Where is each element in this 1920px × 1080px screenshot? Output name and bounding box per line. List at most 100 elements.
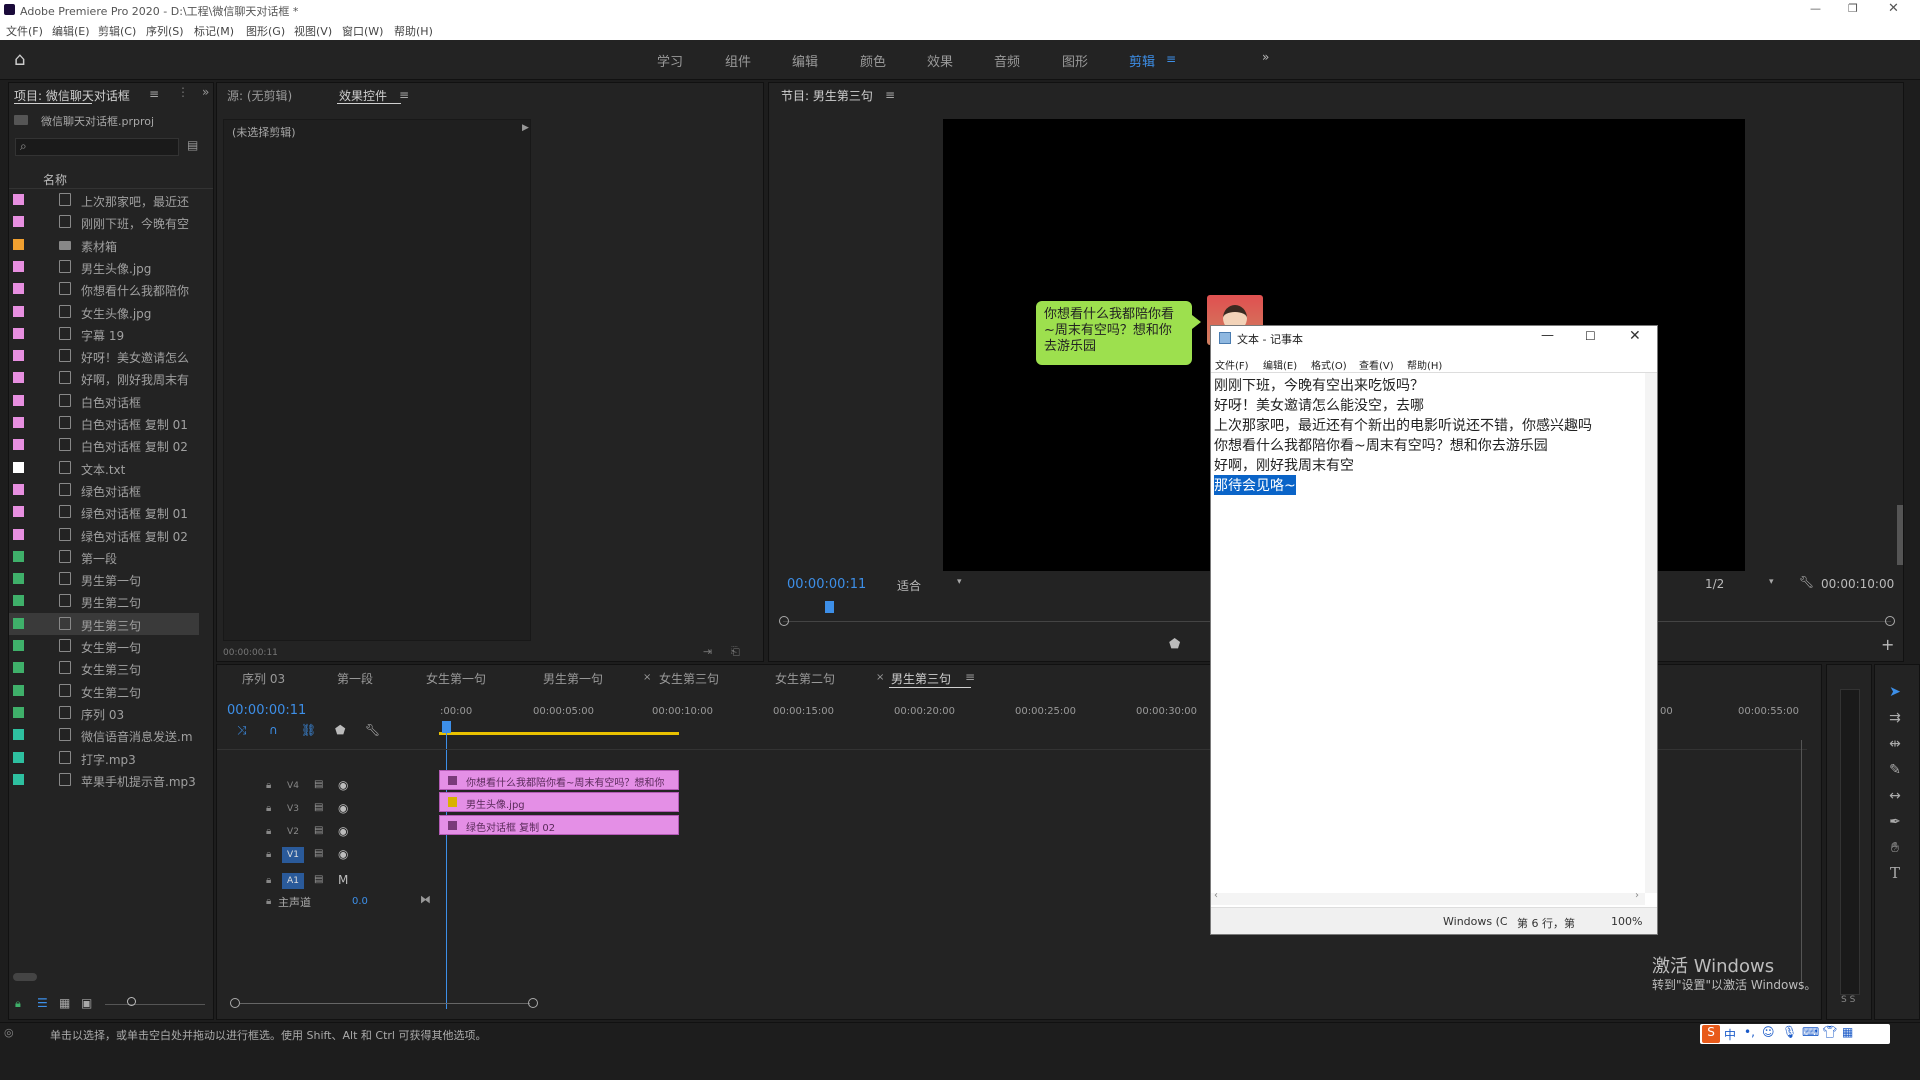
project-tab-menu-icon[interactable]: ≡	[149, 87, 159, 101]
project-column-header[interactable]: 名称	[9, 167, 213, 189]
label-color-swatch[interactable]	[13, 506, 24, 518]
ime-mode[interactable]: 中	[1724, 1026, 1736, 1043]
project-item[interactable]: 文本.txt	[9, 457, 199, 479]
add-button-icon[interactable]: +	[1881, 635, 1894, 654]
filter-icon[interactable]: ⇥	[703, 645, 712, 658]
notepad-titlebar[interactable]: 文本 - 记事本 — ☐ ✕	[1211, 326, 1657, 352]
label-color-swatch[interactable]	[13, 751, 24, 763]
project-item[interactable]: 绿色对话框 复制 02	[9, 524, 199, 546]
track-lock-icon[interactable]: 🔒︎	[266, 849, 271, 860]
project-item[interactable]: 素材箱	[9, 234, 199, 256]
track-sync-icon[interactable]: ▤	[314, 848, 323, 859]
track-label[interactable]: V4	[282, 778, 304, 794]
project-item[interactable]: 刚刚下班，今晚有空	[9, 211, 199, 233]
workspace-color[interactable]: 颜色	[860, 51, 886, 70]
list-view-icon[interactable]: ☰	[37, 996, 48, 1010]
timeline-playhead-head[interactable]	[442, 721, 451, 733]
notepad-vscroll[interactable]	[1645, 373, 1657, 893]
notepad-maximize-icon[interactable]: ☐	[1585, 329, 1596, 343]
eye-icon[interactable]: ◉	[338, 778, 348, 792]
label-color-swatch[interactable]	[13, 327, 24, 339]
timeline-zoom-start[interactable]	[230, 998, 240, 1008]
linked-selection-icon[interactable]: ⛓︎	[301, 723, 316, 737]
project-item[interactable]: 好啊，刚好我周末有	[9, 367, 199, 389]
tl-tab-first-segment[interactable]: 第一段	[337, 670, 373, 687]
project-item[interactable]: 打字.mp3	[9, 747, 199, 769]
label-color-swatch[interactable]	[13, 417, 24, 428]
eye-icon[interactable]: ◉	[338, 824, 348, 838]
voice-icon[interactable]: 🎙︎	[1782, 1025, 1797, 1039]
timeline-clip-v3[interactable]: 男生头像.jpg	[439, 792, 679, 812]
punctuation-icon[interactable]: •,	[1744, 1025, 1755, 1039]
label-color-swatch[interactable]	[13, 194, 24, 205]
track-label[interactable]: V3	[282, 801, 304, 817]
ime-toolbar[interactable]: S 中 •, ☺ 🎙︎ ⌨ 👕︎ ▦	[1700, 1024, 1890, 1044]
track-label[interactable]: V2	[282, 824, 304, 840]
label-color-swatch[interactable]	[13, 662, 24, 674]
eye-icon[interactable]: ◉	[338, 847, 348, 861]
timeline-zoom-end[interactable]	[528, 998, 538, 1008]
label-color-swatch[interactable]	[13, 528, 24, 540]
label-color-swatch[interactable]	[13, 350, 24, 362]
resolution-select[interactable]: 1/2 ▾	[1697, 575, 1785, 593]
notepad-minimize-icon[interactable]: —	[1541, 328, 1554, 343]
emoji-icon[interactable]: ☺	[1762, 1025, 1775, 1039]
icon-view-icon[interactable]: ▦	[59, 996, 70, 1010]
project-item[interactable]: 序列 03	[9, 702, 199, 724]
more-workspaces-icon[interactable]: »	[1262, 50, 1269, 64]
project-item[interactable]: 男生第一句	[9, 568, 199, 590]
new-bin-icon[interactable]: ▤	[187, 138, 198, 152]
expand-arrow-icon[interactable]: ▶	[522, 123, 529, 133]
notepad-close-icon[interactable]: ✕	[1629, 328, 1641, 344]
menu-item[interactable]: 文件(F)	[6, 23, 43, 39]
program-tab-menu-icon[interactable]: ≡	[885, 88, 895, 102]
ripple-edit-tool-icon[interactable]: ⇹	[1886, 736, 1904, 754]
tl-tab-boy-first[interactable]: 男生第一句	[543, 670, 603, 687]
workspace-clip-active[interactable]: 剪辑	[1129, 51, 1155, 70]
project-search-input[interactable]: ⌕	[15, 138, 179, 156]
master-value[interactable]: 0.0	[352, 896, 368, 907]
snap-icon[interactable]: ∩	[269, 723, 278, 737]
notepad-menu-item[interactable]: 查看(V)	[1359, 357, 1394, 372]
project-item[interactable]: 绿色对话框 复制 01	[9, 501, 199, 523]
project-item[interactable]: 上次那家吧，最近还	[9, 189, 199, 211]
tl-tab-menu-icon[interactable]: ≡	[965, 670, 975, 684]
panel-more-icon[interactable]: ⋮	[177, 85, 189, 99]
nest-icon[interactable]: ⤨	[237, 723, 247, 738]
project-item[interactable]: 苹果手机提示音.mp3	[9, 769, 199, 791]
track-label[interactable]: V1	[282, 847, 304, 863]
track-lock-icon[interactable]: 🔒︎	[266, 826, 271, 837]
menu-item[interactable]: 序列(S)	[146, 23, 184, 39]
scrubber-end-handle[interactable]	[1885, 616, 1895, 626]
label-color-swatch[interactable]	[13, 461, 24, 473]
pen-tool-icon[interactable]: ✒	[1886, 814, 1904, 832]
label-color-swatch[interactable]	[13, 216, 24, 228]
label-color-swatch[interactable]	[13, 238, 24, 250]
notepad-menu-item[interactable]: 格式(O)	[1311, 357, 1347, 372]
project-item[interactable]: 男生头像.jpg	[9, 256, 199, 278]
wrench-icon[interactable]: 🔧︎	[1799, 575, 1814, 589]
workspace-graphics[interactable]: 图形	[1062, 51, 1088, 70]
workspace-audio[interactable]: 音频	[994, 51, 1020, 70]
label-color-swatch[interactable]	[13, 483, 24, 495]
project-item[interactable]: 白色对话框 复制 01	[9, 412, 199, 434]
mute-button[interactable]: M	[338, 873, 348, 887]
label-color-swatch[interactable]	[13, 372, 24, 384]
project-item[interactable]: 好呀！美女邀请怎么	[9, 345, 199, 367]
track-sync-icon[interactable]: ▤	[314, 779, 323, 790]
workspace-editing[interactable]: 编辑	[792, 51, 818, 70]
label-color-swatch[interactable]	[13, 640, 24, 651]
minimize-icon[interactable]: —	[1810, 2, 1821, 15]
track-lock-icon[interactable]: 🔒︎	[266, 875, 271, 886]
add-marker-icon[interactable]: ⬟	[335, 723, 345, 737]
program-tab[interactable]: 节目: 男生第三句	[781, 87, 873, 104]
label-color-swatch[interactable]	[13, 305, 24, 317]
timeline-clip-v4[interactable]: 你想看什么我都陪你看~周末有空吗？想和你	[439, 770, 679, 790]
label-color-swatch[interactable]	[13, 684, 24, 696]
track-sync-icon[interactable]: ▤	[314, 825, 323, 836]
menu-item[interactable]: 视图(V)	[294, 23, 332, 39]
project-item[interactable]: 第一段	[9, 546, 199, 568]
label-color-swatch[interactable]	[13, 439, 24, 451]
program-timecode[interactable]: 00:00:00:11	[787, 577, 866, 592]
track-lock-icon[interactable]: 🔒︎	[266, 780, 271, 791]
